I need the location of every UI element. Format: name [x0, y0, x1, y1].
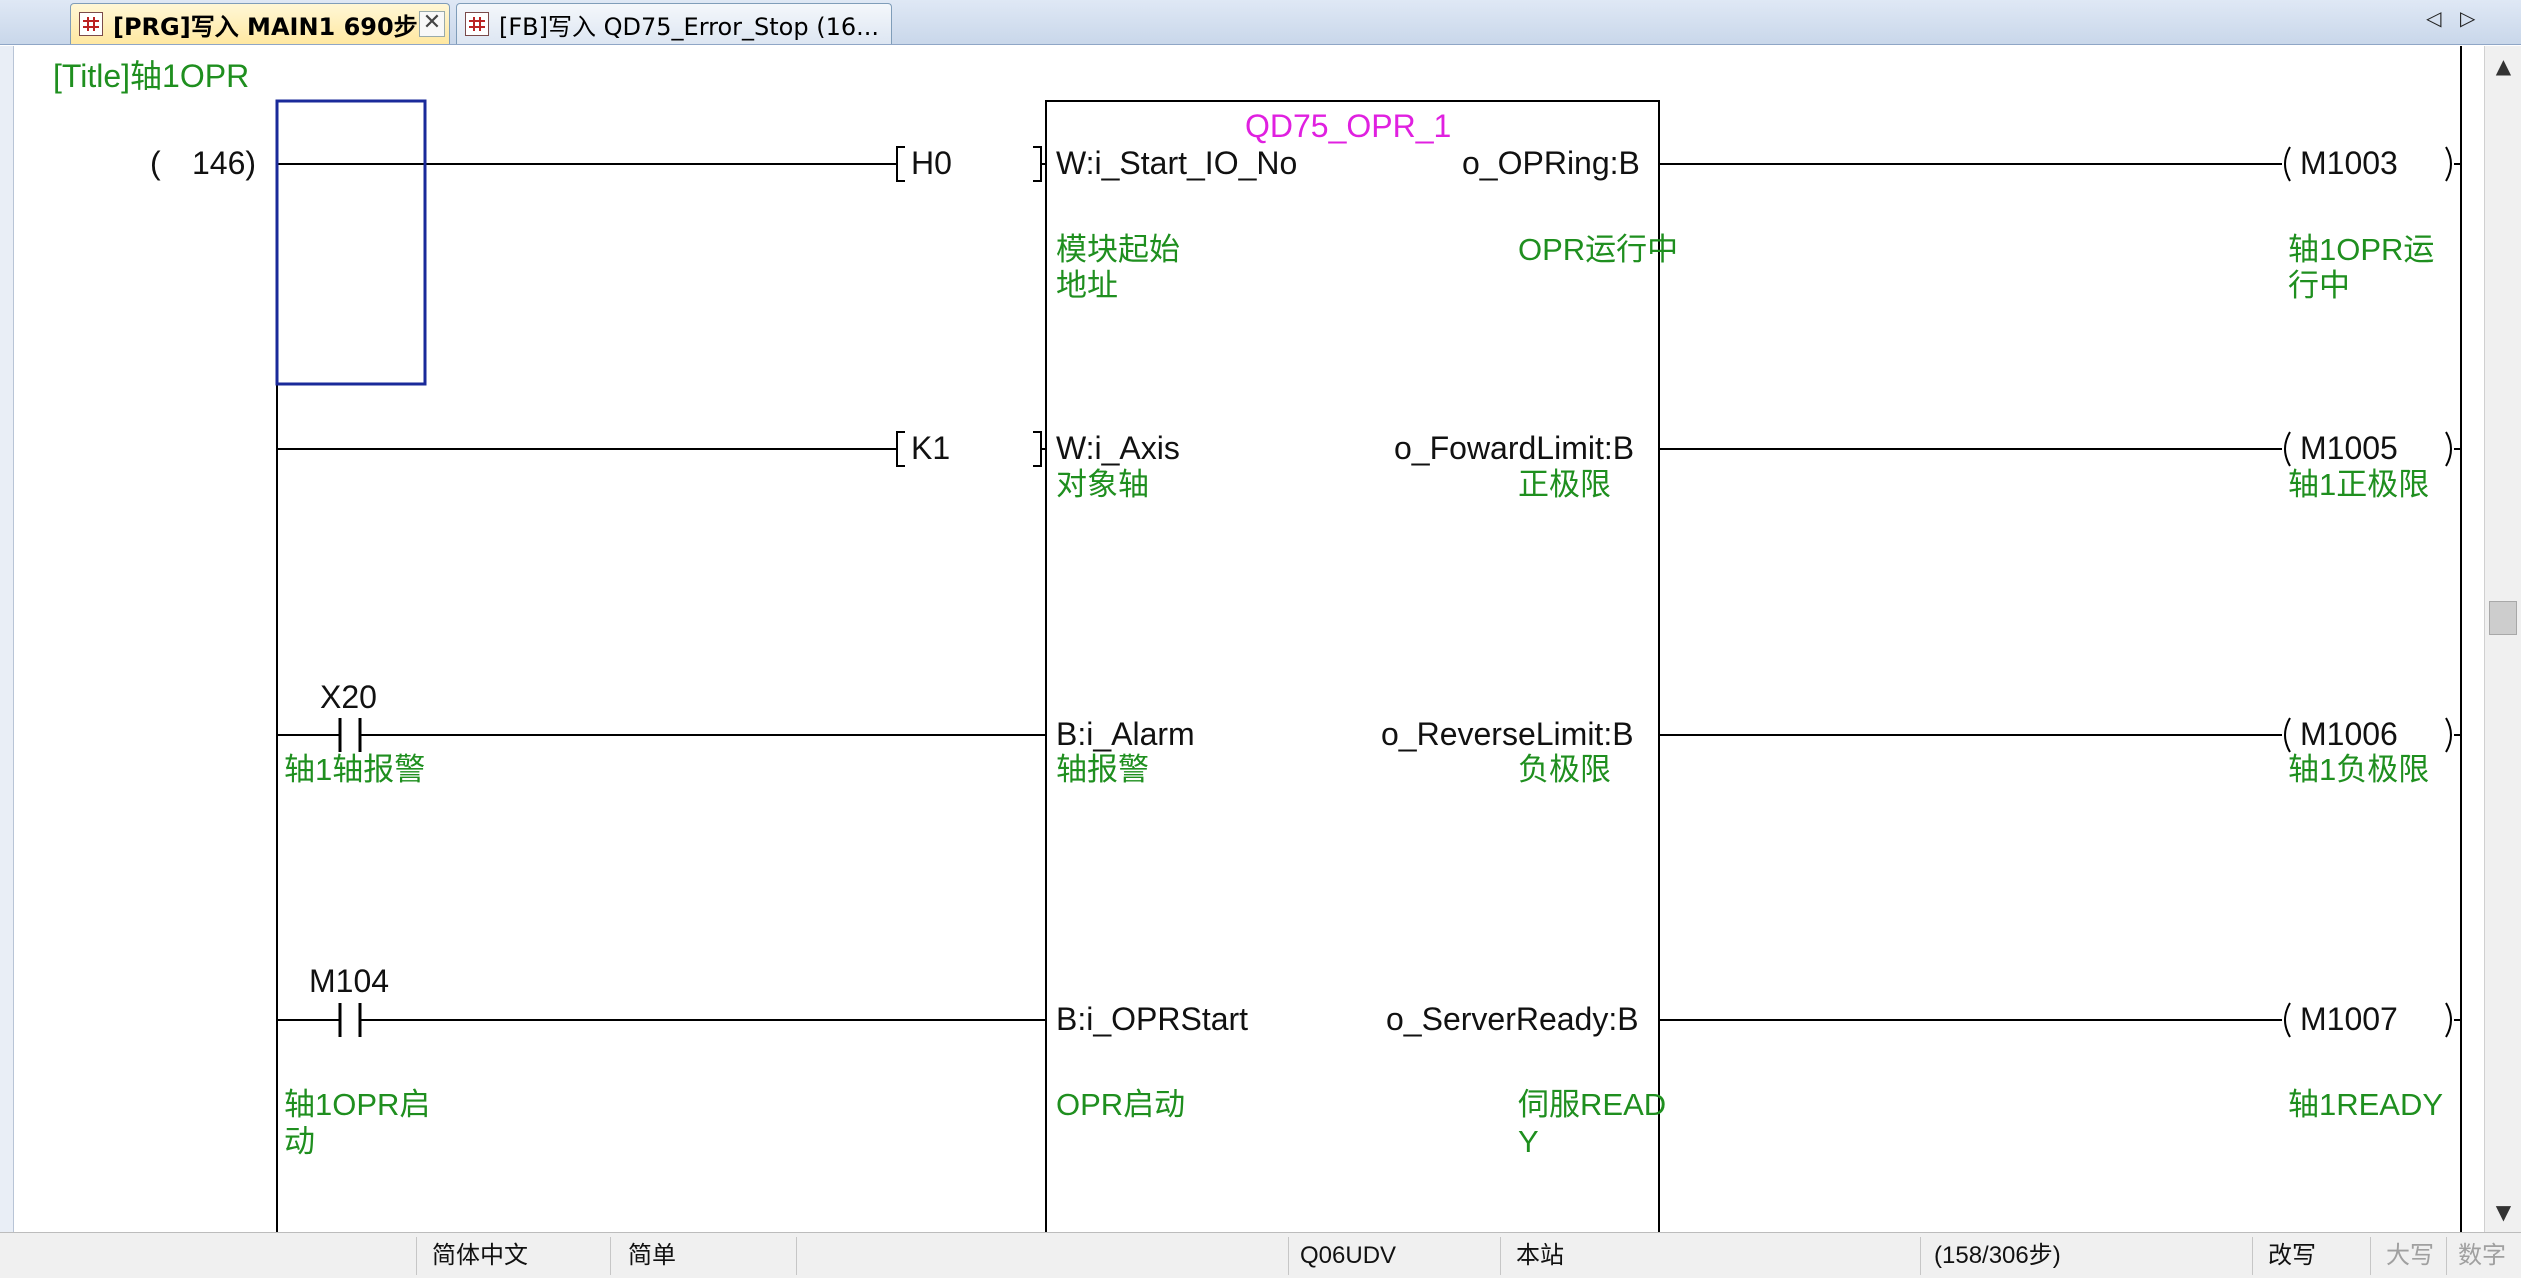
status-bar: 简体中文 简单 Q06UDV 本站 (158/306步) 改写 大写 数字 — [0, 1232, 2521, 1278]
status-overwrite-mode: 改写 — [2268, 1242, 2316, 1269]
input-comment-start-io-1: 模块起始 — [1056, 232, 1180, 267]
input-pin-start-io: W:i_Start_IO_No — [1056, 145, 1298, 181]
coil-m1007-comment: 轴1READY — [2288, 1087, 2444, 1122]
tab-qd75-error-stop[interactable]: [FB]写入 QD75_Error_Stop (16... — [456, 3, 892, 44]
editor-tab-bar: [PRG]写入 MAIN1 690步 ✕ [FB]写入 QD75_Error_S… — [0, 0, 2521, 45]
vertical-scrollbar[interactable]: ▲ ▼ — [2484, 46, 2521, 1232]
fb-box — [1045, 100, 1660, 1232]
input-pin-axis: W:i_Axis — [1056, 430, 1180, 466]
status-caps-lock: 大写 — [2386, 1242, 2434, 1269]
status-cpu-type: Q06UDV — [1300, 1242, 1397, 1269]
ladder-program-icon — [79, 12, 103, 36]
constant-bracket-right-k1 — [1033, 431, 1042, 467]
tab-main1-label: [PRG]写入 MAIN1 690步 — [113, 12, 418, 41]
constant-h0[interactable]: H0 — [911, 145, 952, 181]
coil-m1005-device[interactable]: M1005 — [2300, 430, 2398, 466]
status-mode: 简单 — [628, 1242, 676, 1269]
output-comment-server-ready-2: Y — [1518, 1124, 1539, 1159]
coil-m1005-left — [2284, 431, 2291, 467]
program-title: [Title]轴1OPR — [53, 58, 250, 94]
coil-m1007-left — [2284, 1002, 2291, 1038]
ladder-diagram — [275, 46, 2462, 1232]
status-language: 简体中文 — [432, 1242, 528, 1269]
output-comment-opring: OPR运行中 — [1518, 232, 1679, 267]
tab-scroll-left-icon[interactable]: ◁ — [2426, 6, 2441, 30]
coil-m1006-right — [2445, 717, 2452, 753]
constant-bracket-right-h0 — [1033, 146, 1042, 182]
contact-m104-comment-1: 轴1OPR启 — [284, 1087, 431, 1122]
coil-m1007-device[interactable]: M1007 — [2300, 1001, 2398, 1037]
scroll-up-icon[interactable]: ▲ — [2485, 46, 2521, 86]
scroll-down-icon[interactable]: ▼ — [2485, 1192, 2521, 1232]
coil-m1003-left — [2284, 146, 2291, 182]
contact-x20-device[interactable]: X20 — [320, 679, 377, 715]
contact-m104-device[interactable]: M104 — [309, 963, 389, 999]
output-pin-server-ready: o_ServerReady:B — [1386, 1001, 1639, 1037]
constant-bracket-left-k1 — [896, 431, 905, 467]
input-comment-start-io-2: 地址 — [1056, 268, 1118, 303]
fb-instance-name[interactable]: QD75_OPR_1 — [1245, 108, 1451, 144]
coil-m1003-comment-2: 行中 — [2288, 268, 2350, 303]
coil-m1003-comment-1: 轴1OPR运 — [2288, 232, 2435, 267]
input-comment-alarm: 轴报警 — [1056, 752, 1149, 787]
coil-m1005-comment: 轴1正极限 — [2288, 467, 2430, 502]
step-number-paren: ( — [150, 145, 161, 181]
ladder-fb-icon — [465, 12, 489, 36]
constant-k1[interactable]: K1 — [911, 430, 950, 466]
output-pin-forward-limit: o_FowardLimit:B — [1394, 430, 1635, 466]
coil-m1006-comment: 轴1负极限 — [2288, 752, 2430, 787]
coil-m1006-left — [2284, 717, 2291, 753]
scroll-thumb[interactable] — [2489, 601, 2517, 635]
output-pin-reverse-limit: o_ReverseLimit:B — [1381, 716, 1634, 752]
contact-m104-comment-2: 动 — [284, 1124, 315, 1159]
input-comment-axis: 对象轴 — [1056, 467, 1149, 502]
coil-m1006-device[interactable]: M1006 — [2300, 716, 2398, 752]
input-comment-opr-start: OPR启动 — [1056, 1087, 1186, 1122]
constant-bracket-left-h0 — [896, 146, 905, 182]
close-icon[interactable]: ✕ — [419, 11, 445, 37]
coil-m1005-right — [2445, 431, 2452, 467]
input-pin-alarm: B:i_Alarm — [1056, 716, 1195, 752]
tab-scroll-right-icon[interactable]: ▷ — [2460, 6, 2475, 30]
coil-m1007-right — [2445, 1002, 2452, 1038]
output-comment-reverse-limit: 负极限 — [1518, 752, 1611, 787]
contact-x20-comment: 轴1轴报警 — [284, 752, 426, 787]
output-pin-opring: o_OPRing:B — [1462, 145, 1640, 181]
status-num-lock: 数字 — [2458, 1242, 2506, 1269]
output-comment-server-ready-1: 伺服READ — [1518, 1087, 1667, 1122]
tab-main1[interactable]: [PRG]写入 MAIN1 690步 ✕ — [70, 3, 450, 44]
coil-m1003-device[interactable]: M1003 — [2300, 145, 2398, 181]
tab-qd75-error-stop-label: [FB]写入 QD75_Error_Stop (16... — [499, 12, 880, 41]
output-comment-forward-limit: 正极限 — [1518, 467, 1611, 502]
coil-m1003-right — [2445, 146, 2452, 182]
ladder-editor[interactable]: [Title]轴1OPR ( 146) QD75_OPR_1 H0 W:i_St… — [0, 46, 2521, 1232]
input-pin-opr-start: B:i_OPRStart — [1056, 1001, 1249, 1037]
edit-cursor — [275, 99, 427, 386]
step-number: 146) — [192, 145, 257, 181]
status-step-count: (158/306步) — [1934, 1242, 2061, 1269]
status-station: 本站 — [1516, 1242, 1564, 1269]
